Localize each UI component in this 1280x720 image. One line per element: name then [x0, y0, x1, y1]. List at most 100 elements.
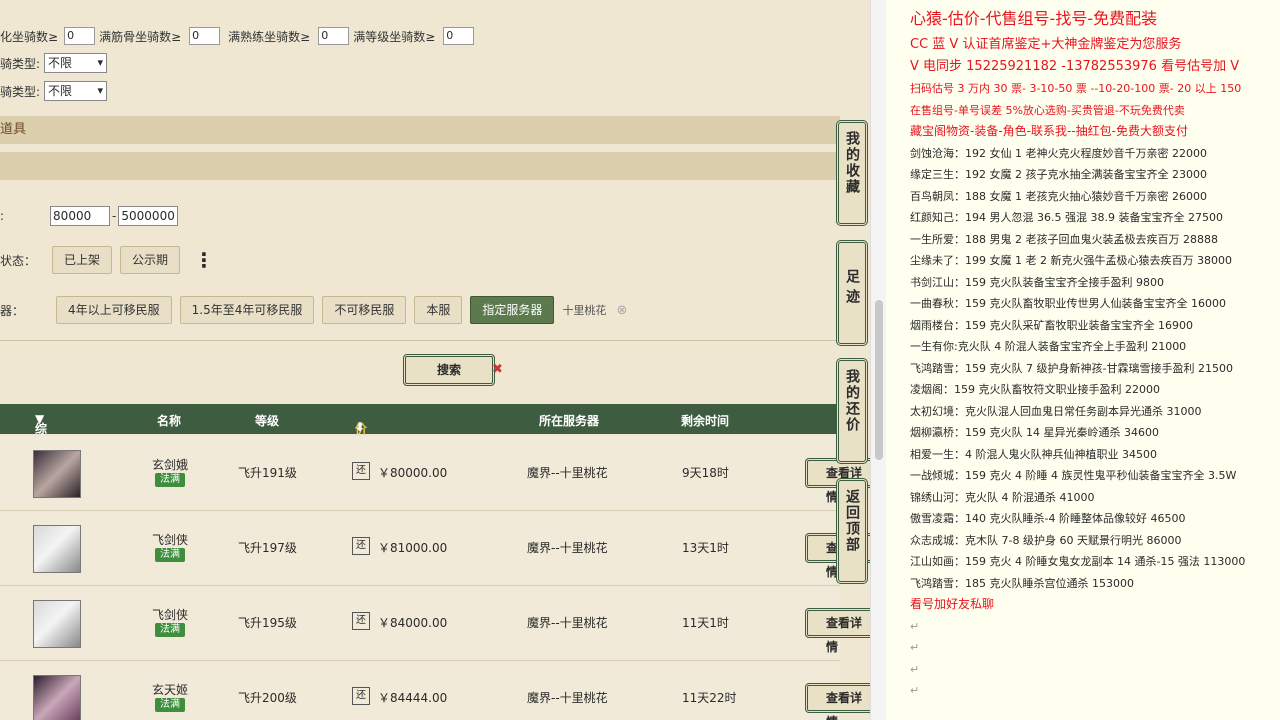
notes-document-panel: 心猿-估价-代售组号-找号-免费配装 CC 蓝 V 认证首席鉴定+大神金牌鉴定为…	[886, 0, 1280, 720]
notes-listing-line: 飞鸿踏雪：159 克火队 7 级护身新神孩-甘霖璃雪接手盈利 21500	[910, 361, 1233, 375]
filter-input[interactable]: 0	[443, 27, 475, 45]
server-option-button[interactable]: 不可移民服	[322, 296, 407, 324]
footprint-tab-label: 足迹	[844, 269, 860, 309]
price-dash: -	[112, 209, 117, 223]
section-header[interactable]	[0, 152, 840, 180]
type-label: 骑类型:	[0, 56, 41, 71]
price-min-input[interactable]: 80000	[50, 206, 111, 226]
notes-listing-line: 烟柳瀛桥：159 克火队 14 星异光秦岭通杀 34600	[910, 426, 1159, 439]
back-to-top-tab-label: 返回顶部	[844, 489, 860, 553]
mount-filter-row: 化坐骑数≥ 0 满筋骨坐骑数≥ 0 满熟练坐骑数≥ 0 满等级坐骑数≥ 0	[0, 27, 475, 45]
notes-red-line: CC 蓝 V 认证首席鉴定+大神金牌鉴定为您服务	[910, 37, 1182, 52]
table-row[interactable]: 玄剑娥 法满 飞升191级 还 ￥80000.00 魔界--十里桃花 9天18时…	[0, 436, 870, 511]
status-preview-button[interactable]: 公示期	[120, 246, 181, 274]
character-price: ￥84444.00	[378, 691, 448, 705]
paragraph-mark-icon: ↵	[910, 641, 920, 654]
server-tag: 十里桃花	[562, 304, 607, 317]
notes-listing-line: 相爱一生：4 阶混人鬼火队神兵仙神植职业 34500	[910, 447, 1157, 461]
notes-footer: 看号加好友私聊	[910, 597, 995, 611]
remove-tag-icon[interactable]: ⊗	[616, 303, 627, 318]
notes-title: 心猿-估价-代售组号-找号-免费配装	[910, 9, 1158, 28]
status-badge: 法满	[155, 623, 185, 637]
character-name: 飞剑侠	[151, 533, 188, 547]
favorites-tab[interactable]: 我的收藏	[836, 120, 868, 226]
filter-input[interactable]: 0	[318, 27, 350, 45]
character-level: 飞升197级	[238, 541, 297, 555]
notes-red-line: 在售组号-单号误差 5%放心选购-买贵管退-不玩免费代卖	[910, 103, 1185, 117]
divider	[0, 340, 840, 341]
section-title: 道具	[0, 122, 27, 137]
status-listed-button[interactable]: 已上架	[52, 246, 113, 274]
notes-listing-line: 烟雨楼台：159 克火队采矿畜牧职业装备宝宝齐全 16900	[910, 318, 1193, 332]
notes-listing-line: 一生所爱：188 男鬼 2 老孩子回血鬼火装孟极去疾百万 28888	[910, 232, 1218, 246]
status-row: 状态： 已上架 公示期 ⋮	[0, 246, 214, 274]
paragraph-mark-icon: ↵	[910, 662, 920, 676]
notes-listing-line: 一曲春秋：159 克火队畜牧职业传世男人仙装备宝宝齐全 16000	[910, 297, 1226, 310]
filter-label: 满等级坐骑数≥	[353, 29, 436, 44]
status-badge: 法满	[155, 698, 185, 712]
mount-type-row-2: 骑类型: 不限	[0, 81, 108, 101]
table-row[interactable]: 飞剑侠 法满 飞升197级 还 ￥81000.00 魔界--十里桃花 13天1时…	[0, 511, 870, 586]
character-avatar	[33, 450, 81, 498]
remaining-time: 13天1时	[682, 541, 729, 555]
character-price: ￥84000.00	[378, 616, 448, 630]
vertical-scrollbar[interactable]	[870, 0, 886, 720]
server-label: 器：	[0, 303, 25, 318]
notes-listing-line: 书剑江山：159 克火队装备宝宝齐全接手盈利 9800	[910, 275, 1164, 289]
bargain-icon[interactable]: 还	[352, 612, 370, 630]
back-to-top-tab[interactable]: 返回顶部	[836, 478, 868, 584]
character-server: 魔界--十里桃花	[527, 691, 608, 705]
price-range-row: : 80000 - 5000000	[0, 206, 179, 226]
table-row[interactable]: 飞剑侠 法满 飞升195级 还 ￥84000.00 魔界--十里桃花 11天1时…	[0, 586, 870, 661]
notes-listing-line: 太初幻境：克火队混人回血鬼日常任务副本异光通杀 31000	[910, 404, 1202, 418]
notes-listing-line: 一战倾城：159 克火 4 阶睡 4 族灵性鬼平秒仙装备宝宝齐全 3.5W	[910, 469, 1237, 482]
filter-input[interactable]: 0	[189, 27, 221, 45]
character-avatar	[33, 600, 81, 648]
table-row[interactable]: 玄天姬 法满 飞升200级 还 ￥84444.00 魔界--十里桃花 11天22…	[0, 661, 870, 720]
filter-label: 化坐骑数≥	[0, 29, 59, 44]
notes-listing-line: 一生有你:克火队 4 阶混人装备宝宝齐全上手盈利 21000	[910, 340, 1187, 353]
footprint-tab[interactable]: 足迹	[836, 240, 868, 346]
price-max-input[interactable]: 5000000	[118, 206, 179, 226]
scrollbar-thumb[interactable]	[875, 300, 883, 460]
search-button[interactable]: 搜索	[403, 354, 495, 386]
notes-red-line: 藏宝阁物资-装备-角色-联系我--抽红包-免费大额支付	[910, 124, 1188, 138]
price-label: :	[0, 209, 5, 223]
character-name: 玄天姬	[151, 683, 188, 697]
notes-listing-line: 飞鸿踏雪：185 克火队睡杀宫位通杀 153000	[910, 576, 1134, 590]
more-options-icon[interactable]: ⋮	[194, 248, 214, 272]
results-table-header: 综合排序 ▼ 名称 等级 价格(元) ⬆ ⬇ 所在服务器 剩余时间	[0, 404, 840, 487]
filter-input[interactable]: 0	[64, 27, 96, 45]
section-header-items[interactable]: 道具	[0, 116, 840, 144]
cursor-icon: ✖	[492, 362, 503, 377]
server-option-button[interactable]: 4年以上可移民服	[56, 296, 172, 324]
server-specified-button[interactable]: 指定服务器	[470, 296, 555, 324]
my-bargain-tab[interactable]: 我的还价	[836, 358, 868, 464]
status-label: 状态：	[0, 253, 37, 268]
paragraph-mark-icon: ↵	[910, 684, 920, 697]
character-server: 魔界--十里桃花	[527, 466, 608, 480]
mount-type-row: 骑类型: 不限	[0, 53, 108, 73]
my-bargain-tab-label: 我的还价	[844, 369, 860, 433]
notes-listing-line: 凌烟阁：159 克火队畜牧符文职业接手盈利 22000	[910, 383, 1160, 396]
type-select[interactable]: 不限	[44, 81, 108, 101]
character-level: 飞升195级	[238, 616, 297, 630]
character-avatar	[33, 675, 81, 720]
web-page-panel: 化坐骑数≥ 0 满筋骨坐骑数≥ 0 满熟练坐骑数≥ 0 满等级坐骑数≥ 0 骑类…	[0, 0, 870, 720]
bargain-icon[interactable]: 还	[352, 462, 370, 480]
notes-listing-line: 剑蚀沧海：192 女仙 1 老神火克火程度妙音千万亲密 22000	[910, 146, 1207, 160]
status-badge: 法满	[155, 548, 185, 562]
server-option-button[interactable]: 本服	[414, 296, 463, 324]
character-price: ￥80000.00	[378, 466, 448, 480]
type-select[interactable]: 不限	[44, 53, 108, 73]
col-sort-header[interactable]: 综合排序 ▼	[35, 412, 47, 487]
bargain-icon[interactable]: 还	[352, 687, 370, 705]
view-details-button[interactable]: 查看详情	[805, 683, 870, 720]
view-details-button[interactable]: 查看详情	[805, 608, 870, 654]
bargain-icon[interactable]: 还	[352, 537, 370, 555]
remaining-time: 9天18时	[682, 466, 729, 480]
remaining-time: 11天1时	[682, 616, 729, 630]
notes-listing-line: 缘定三生：192 女魔 2 孩子克水抽全满装备宝宝齐全 23000	[910, 168, 1207, 181]
server-option-button[interactable]: 1.5年至4年可移民服	[179, 296, 315, 324]
col-name-header: 名称	[157, 414, 182, 428]
